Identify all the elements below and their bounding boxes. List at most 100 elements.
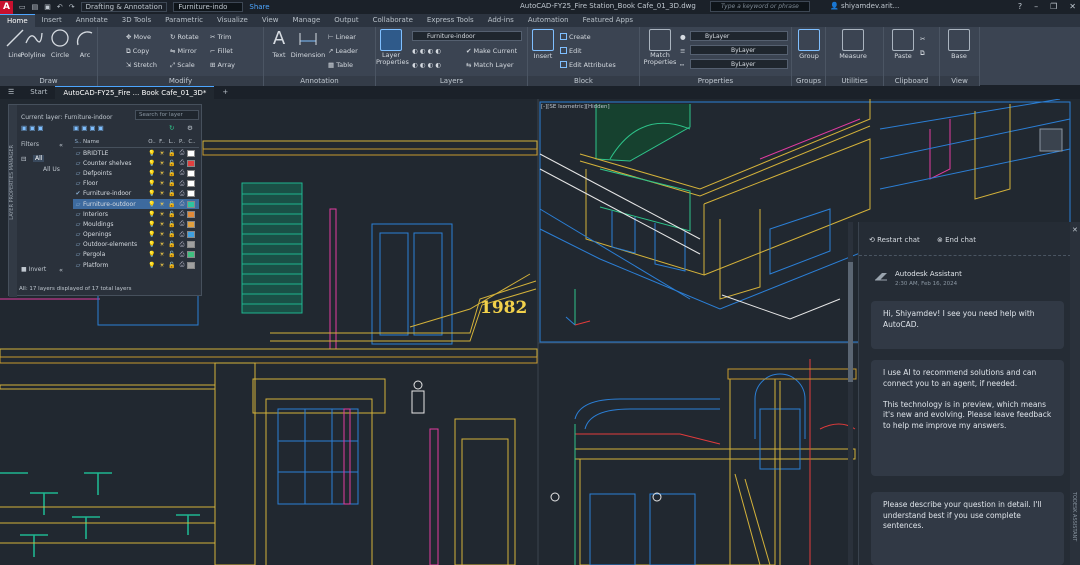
tab-output[interactable]: Output [327,14,365,27]
scrollbar-thumb[interactable] [848,262,853,382]
assistant-side-tab[interactable]: ✕ TODESK ASSISTANT [1070,222,1080,565]
match-properties-button[interactable]: Match Properties [642,27,678,66]
plot-icon[interactable]: ⎙ [177,251,187,259]
lock-icon[interactable]: 🔓 [167,251,177,258]
sun-icon[interactable]: ☀ [157,251,167,258]
autocad-logo-icon[interactable]: A [0,0,13,14]
collapse-filters-icon[interactable]: « [59,141,63,149]
fillet-tool[interactable]: ⌐ Fillet [210,47,233,55]
sun-icon[interactable]: ☀ [157,241,167,248]
layer-status-icon[interactable]: ✔ [73,190,83,197]
sun-icon[interactable]: ☀ [157,201,167,208]
layer-name[interactable]: Platform [83,262,147,269]
copy-clip-icon[interactable]: ⧉ [920,49,925,58]
layer-row[interactable]: ▱ Outdoor-elements 💡 ☀ 🔓 ⎙ [73,240,199,250]
lock-icon[interactable]: 🔓 [167,241,177,248]
help-icon[interactable]: ? [1018,2,1022,11]
tab-start[interactable]: Start [22,86,55,99]
tab-visualize[interactable]: Visualize [210,14,255,27]
tree-expand-icon[interactable]: ⊟ [21,155,26,163]
lock-icon[interactable]: 🔓 [167,180,177,187]
sun-icon[interactable]: ☀ [157,190,167,197]
layer-name[interactable]: Interiors [83,211,147,218]
filter-all-used[interactable]: All Us [43,166,60,173]
view-panel-label[interactable]: View [940,76,979,86]
groups-panel-label[interactable]: Groups [792,76,825,86]
plot-icon[interactable]: ⎙ [177,210,187,218]
layer-row[interactable]: ▱ Counter shelves 💡 ☀ 🔓 ⎙ [73,158,199,168]
sun-icon[interactable]: ☀ [157,262,167,269]
lightbulb-icon[interactable]: 💡 [147,180,157,187]
properties-panel-label[interactable]: Properties [640,76,791,86]
layer-status-icon[interactable]: ▱ [73,180,83,187]
layer-color-swatch[interactable] [187,200,195,208]
layer-color-swatch[interactable] [187,169,195,177]
layer-name[interactable]: Outdoor-elements [83,241,147,248]
lightbulb-icon[interactable]: 💡 [147,201,157,208]
trim-tool[interactable]: ✂ Trim [210,33,231,41]
scale-tool[interactable]: ⤢ Scale [170,61,195,70]
lightbulb-icon[interactable]: 💡 [147,221,157,228]
close-icon[interactable]: ✕ [1069,2,1076,11]
layer-row[interactable]: ▱ Defpoints 💡 ☀ 🔓 ⎙ [73,168,199,178]
base-button[interactable]: Base [944,27,974,60]
utilities-panel-label[interactable]: Utilities [826,76,883,86]
invert-checkbox[interactable]: ■ Invert [21,266,46,273]
layer-row[interactable]: ▱ Floor 💡 ☀ 🔓 ⎙ [73,179,199,189]
lightbulb-icon[interactable]: 💡 [147,211,157,218]
linetype-dropdown[interactable]: ByLayer [690,59,788,69]
tab-drawing[interactable]: AutoCAD-FY25_Fire ... Book Cafe_01_3D* [55,85,215,100]
lightbulb-icon[interactable]: 💡 [147,150,157,157]
copy-tool[interactable]: ⧉ Copy [126,47,149,56]
move-tool[interactable]: ✥ Move [126,33,151,41]
filter-all[interactable]: All [33,155,45,162]
user-account[interactable]: 👤 shiyamdev.arit... [830,2,899,10]
tab-express-tools[interactable]: Express Tools [420,14,481,27]
tab-parametric[interactable]: Parametric [158,14,210,27]
sun-icon[interactable]: ☀ [157,160,167,167]
layer-color-swatch[interactable] [187,261,195,269]
layer-status-icon[interactable]: ▱ [73,262,83,269]
plot-icon[interactable]: ⎙ [177,180,187,188]
make-current-tool[interactable]: ✔ Make Current [466,47,517,55]
layer-status-icon[interactable]: ▱ [73,241,83,248]
rotate-tool[interactable]: ↻ Rotate [170,33,199,41]
layer-color-swatch[interactable] [187,241,195,249]
lock-icon[interactable]: 🔓 [167,190,177,197]
lightbulb-icon[interactable]: 💡 [147,241,157,248]
open-icon[interactable]: ▤ [32,3,39,11]
plot-icon[interactable]: ⎙ [177,169,187,177]
layer-row[interactable]: ✔ Furniture-indoor 💡 ☀ 🔓 ⎙ [73,189,199,199]
table-tool[interactable]: ▦ Table [328,61,353,69]
menu-icon[interactable]: ☰ [0,86,22,99]
layer-toolbar-icons[interactable]: ▣ ▣ ▣ [21,124,44,132]
layer-properties-button[interactable]: Layer Properties [376,27,409,66]
sun-icon[interactable]: ☀ [157,221,167,228]
layer-search-input[interactable]: Search for layer [135,110,199,120]
tab-view[interactable]: View [255,14,286,27]
layer-name[interactable]: Mouldings [83,221,147,228]
workspace-dropdown[interactable]: Drafting & Annotation [80,2,168,12]
lightbulb-icon[interactable]: 💡 [147,251,157,258]
lock-icon[interactable]: 🔓 [167,201,177,208]
sun-icon[interactable]: ☀ [157,211,167,218]
layer-status-icon[interactable]: ▱ [73,160,83,167]
invert-collapse-icon[interactable]: « [59,266,63,274]
layer-name[interactable]: Defpoints [83,170,147,177]
lightbulb-icon[interactable]: 💡 [147,231,157,238]
plot-icon[interactable]: ⎙ [177,190,187,198]
layer-manager-sidebar[interactable]: LAYER PROPERTIES MANAGER [9,105,17,297]
layer-status-icon[interactable]: ▱ [73,251,83,258]
layer-name[interactable]: BRIDTLE [83,150,147,157]
tab-collaborate[interactable]: Collaborate [366,14,420,27]
layer-row[interactable]: ▱ Openings 💡 ☀ 🔓 ⎙ [73,230,199,240]
lightbulb-icon[interactable]: 💡 [147,262,157,269]
layer-dropdown[interactable]: Furniture-indoor [412,31,522,41]
new-file-icon[interactable]: ▭ [19,3,26,11]
lock-icon[interactable]: 🔓 [167,231,177,238]
lightbulb-icon[interactable]: 💡 [147,160,157,167]
plot-icon[interactable]: ⎙ [177,220,187,228]
layer-status-icon[interactable]: ▱ [73,201,83,208]
plot-icon[interactable]: ⎙ [177,159,187,167]
share-button[interactable]: Share [249,3,269,11]
